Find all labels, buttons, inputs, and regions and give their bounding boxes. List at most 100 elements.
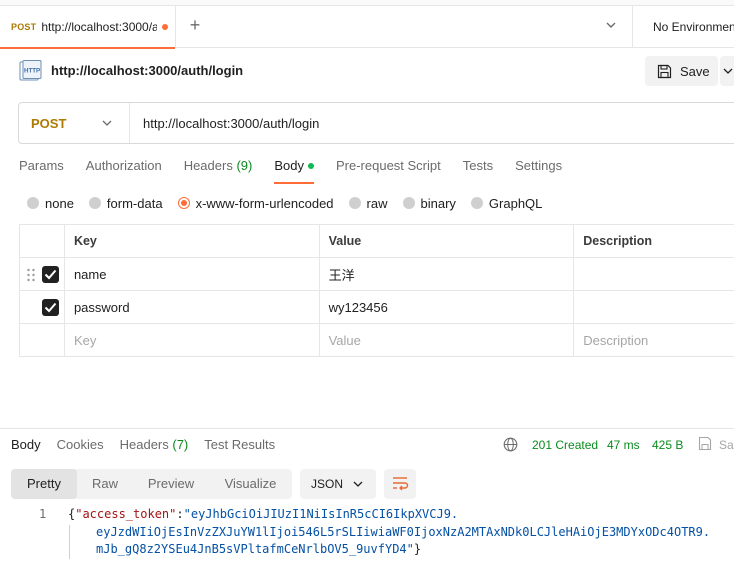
save-options-button[interactable] bbox=[720, 56, 734, 86]
row-controls bbox=[20, 324, 65, 356]
tabs-dropdown-chevron-icon[interactable] bbox=[604, 18, 618, 32]
new-description-input[interactable]: Description bbox=[574, 324, 734, 356]
response-tab-headers[interactable]: Headers (7) bbox=[120, 436, 189, 456]
body-type-options: none form-data x-www-form-urlencoded raw… bbox=[27, 194, 557, 212]
table-row: name 王洋 bbox=[20, 258, 734, 291]
drag-handle-icon[interactable] bbox=[26, 268, 36, 282]
response-tab-test-results[interactable]: Test Results bbox=[204, 436, 275, 456]
format-select[interactable]: JSON bbox=[300, 469, 376, 499]
response-tab-headers-label: Headers bbox=[119, 437, 169, 452]
row-checkbox[interactable] bbox=[42, 266, 59, 283]
param-key-cell[interactable]: password bbox=[65, 291, 320, 323]
column-header-value: Value bbox=[320, 225, 575, 257]
body-active-dot-icon bbox=[307, 162, 314, 169]
save-disk-icon bbox=[657, 64, 672, 78]
body-type-form-data[interactable]: form-data bbox=[88, 195, 163, 211]
radio-icon bbox=[348, 197, 361, 209]
response-time[interactable]: 47 ms bbox=[607, 438, 640, 452]
environment-select[interactable]: No Environment bbox=[653, 20, 734, 34]
response-size[interactable]: 425 B bbox=[652, 438, 683, 452]
response-tab-cookies[interactable]: Cookies bbox=[57, 436, 104, 456]
globe-icon[interactable] bbox=[503, 437, 518, 452]
tab-pre-request-script[interactable]: Pre-request Script bbox=[336, 156, 441, 180]
radio-checked-icon bbox=[177, 197, 190, 209]
row-checkbox[interactable] bbox=[42, 299, 59, 316]
table-row: password wy123456 bbox=[20, 291, 734, 324]
tab-method-label: POST bbox=[11, 22, 37, 32]
view-mode-segmented: Pretty Raw Preview Visualize bbox=[11, 469, 292, 499]
tab-headers-label: Headers bbox=[183, 158, 233, 173]
json-token-part: "eyJhbGciOiJIUzI1NiIsInR5cCI6IkpXVCJ9. bbox=[183, 507, 459, 521]
radio-icon bbox=[27, 197, 39, 209]
tab-strip: POST http://localhost:3000/a + No Enviro… bbox=[0, 0, 734, 49]
tab-params[interactable]: Params bbox=[19, 156, 64, 180]
body-type-graphql[interactable]: GraphQL bbox=[470, 195, 543, 211]
body-type-raw-label: raw bbox=[366, 195, 388, 211]
body-type-binary[interactable]: binary bbox=[402, 195, 456, 211]
response-tab-body-label: Body bbox=[11, 437, 41, 452]
param-value-cell[interactable]: wy123456 bbox=[320, 291, 575, 323]
format-select-label: JSON bbox=[311, 477, 344, 491]
save-button-label: Save bbox=[680, 63, 710, 79]
table-header-select bbox=[20, 225, 65, 257]
code-line-1: {"access_token":"eyJhbGciOiJIUzI1NiIsInR… bbox=[68, 507, 459, 521]
tab-body-label: Body bbox=[274, 158, 304, 173]
body-type-raw[interactable]: raw bbox=[348, 195, 388, 211]
body-type-none-label: none bbox=[45, 195, 74, 211]
svg-text:HTTP: HTTP bbox=[24, 68, 40, 75]
response-tab-test-results-label: Test Results bbox=[204, 437, 276, 452]
tab-tests[interactable]: Tests bbox=[463, 156, 493, 180]
response-divider[interactable] bbox=[0, 428, 734, 429]
line-number: 1 bbox=[39, 507, 47, 521]
save-response-label[interactable]: Sa bbox=[719, 438, 734, 452]
request-tab[interactable]: POST http://localhost:3000/a bbox=[0, 6, 176, 49]
unsaved-dot-icon bbox=[162, 24, 169, 30]
view-mode-pretty[interactable]: Pretty bbox=[11, 469, 77, 499]
checkmark-icon bbox=[44, 302, 57, 313]
save-response-icon[interactable] bbox=[698, 436, 712, 451]
param-description-cell[interactable] bbox=[574, 291, 734, 323]
view-mode-preview[interactable]: Preview bbox=[133, 469, 209, 499]
new-key-input[interactable]: Key bbox=[65, 324, 320, 356]
body-type-form-data-label: form-data bbox=[106, 195, 163, 211]
url-input[interactable]: http://localhost:3000/auth/login bbox=[143, 116, 319, 131]
http-request-icon: HTTP bbox=[19, 60, 42, 81]
request-tabs: Params Authorization Headers (9) Body Pr… bbox=[19, 156, 584, 184]
json-token-part: eyJzdWIiOjEsInVzZXJuYW1lIjoi546L5rSLIiwi… bbox=[96, 524, 711, 539]
radio-icon bbox=[402, 197, 415, 209]
tab-headers[interactable]: Headers (9) bbox=[184, 156, 253, 180]
chevron-down-icon bbox=[353, 481, 363, 487]
tab-authorization[interactable]: Authorization bbox=[86, 156, 162, 180]
params-table: Key Value Description name 王洋 password w… bbox=[19, 224, 734, 357]
tab-settings[interactable]: Settings bbox=[515, 156, 562, 180]
row-controls bbox=[20, 258, 65, 290]
body-type-none[interactable]: none bbox=[27, 196, 74, 211]
column-header-key: Key bbox=[65, 225, 320, 257]
response-tab-cookies-label: Cookies bbox=[56, 437, 104, 452]
response-tab-body[interactable]: Body bbox=[11, 436, 41, 456]
param-value-cell[interactable]: 王洋 bbox=[320, 258, 575, 290]
request-title[interactable]: http://localhost:3000/auth/login bbox=[51, 63, 243, 78]
body-type-binary-label: binary bbox=[420, 195, 456, 211]
tab-settings-label: Settings bbox=[515, 158, 563, 173]
tab-params-label: Params bbox=[19, 158, 64, 173]
new-tab-plus-icon[interactable]: + bbox=[186, 16, 204, 34]
view-mode-visualize[interactable]: Visualize bbox=[209, 469, 292, 499]
view-mode-raw[interactable]: Raw bbox=[77, 469, 133, 499]
param-description-cell[interactable] bbox=[574, 258, 734, 290]
response-status[interactable]: 201 Created bbox=[532, 438, 598, 452]
tab-body[interactable]: Body bbox=[274, 156, 314, 184]
column-header-description: Description bbox=[574, 225, 734, 257]
body-type-graphql-label: GraphQL bbox=[488, 195, 543, 211]
param-key-cell[interactable]: name bbox=[65, 258, 320, 290]
wrap-lines-button[interactable] bbox=[384, 469, 416, 499]
body-type-urlencoded[interactable]: x-www-form-urlencoded bbox=[177, 196, 334, 211]
code-line-1-wrap: mJb_gQ8z2YSEu4JnB5sVPltafmCeNrlbOV5_9uvf… bbox=[96, 542, 422, 556]
tab-url-label: http://localhost:3000/a bbox=[41, 20, 158, 34]
method-select[interactable]: POST bbox=[19, 103, 130, 143]
save-button[interactable]: Save bbox=[645, 56, 718, 86]
tab-authorization-label: Authorization bbox=[85, 158, 162, 173]
new-value-input[interactable]: Value bbox=[320, 324, 575, 356]
headers-count-badge: (9) bbox=[236, 158, 253, 173]
tab-tests-label: Tests bbox=[462, 158, 494, 173]
